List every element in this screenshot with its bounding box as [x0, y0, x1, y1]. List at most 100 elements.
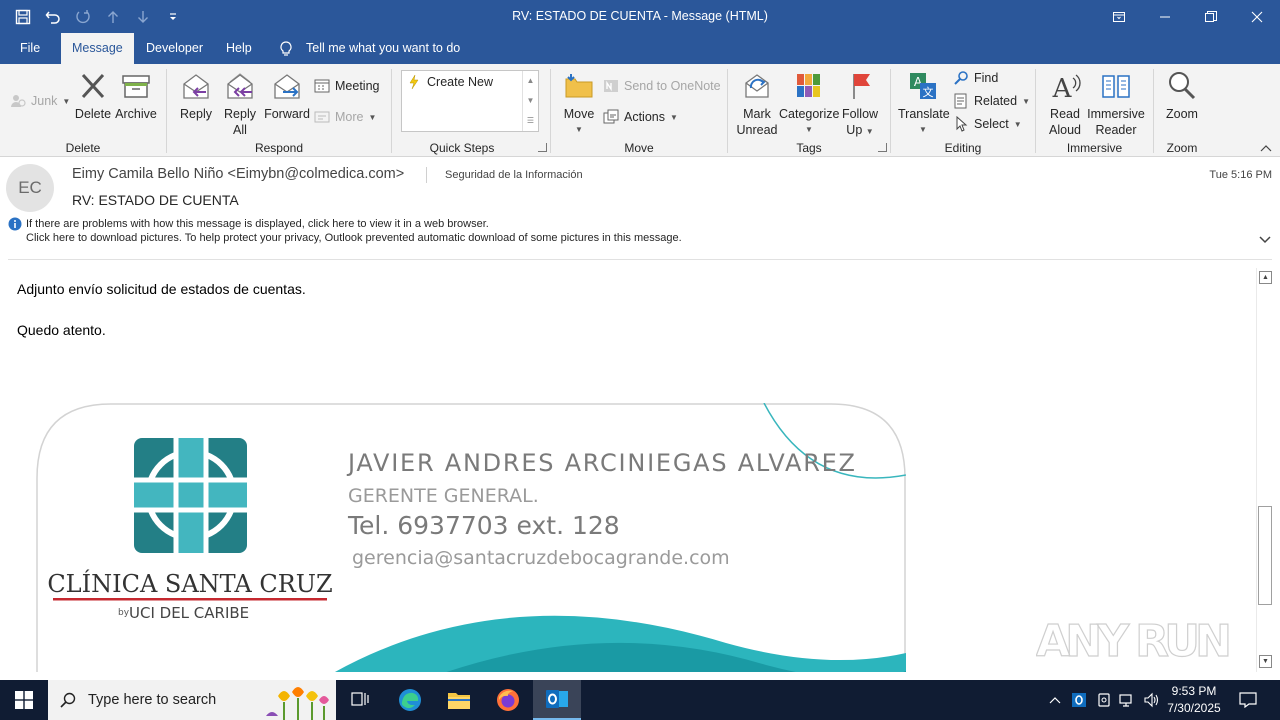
expand-gallery-icon[interactable]: ☰ [523, 111, 538, 131]
signature-card: CLÍNICA SANTA CRUZ by UCI DEL CARIBE JAV… [36, 403, 906, 672]
start-button[interactable] [0, 680, 48, 720]
message-scrollbar[interactable]: ▲ ▼ [1256, 268, 1273, 672]
tray-device[interactable] [1094, 680, 1114, 720]
maximize-button[interactable] [1188, 0, 1234, 33]
message-header: EC Eimy Camila Bello Niño <Eimybn@colmed… [0, 157, 1280, 260]
tab-file[interactable]: File [20, 33, 40, 64]
outlook-icon [546, 690, 568, 708]
notifications-button[interactable] [1234, 680, 1262, 720]
categorize-button[interactable]: Categorize ▼ [779, 70, 839, 138]
outlook-button[interactable] [533, 680, 581, 720]
collapse-ribbon-icon[interactable] [1260, 144, 1272, 152]
zoom-button[interactable]: Zoom [1161, 70, 1203, 122]
forward-button[interactable]: Forward [263, 70, 311, 122]
read-aloud-label-2: Aloud [1049, 123, 1081, 137]
immersive-reader-label-2: Reader [1095, 123, 1137, 137]
tray-network[interactable] [1117, 680, 1137, 720]
select-button[interactable]: Select ▼ [953, 114, 1022, 134]
svg-text:ANY RUN: ANY RUN [1036, 616, 1232, 667]
more-label: More [335, 110, 364, 124]
cursor-icon [956, 116, 968, 132]
scroll-down-icon[interactable]: ▼ [523, 91, 538, 111]
ribbon-display-button[interactable] [1096, 0, 1142, 33]
network-icon [1119, 694, 1132, 707]
info-bar-browser[interactable]: If there are problems with how this mess… [26, 218, 489, 230]
find-button[interactable]: Find [953, 68, 998, 88]
flag-icon [853, 74, 870, 99]
junk-button[interactable]: Junk ▼ [10, 91, 70, 111]
follow-up-button[interactable]: Follow Up ▼ [840, 70, 880, 140]
volume-icon [1144, 692, 1159, 708]
tags-launcher[interactable] [878, 143, 887, 152]
quick-steps-gallery[interactable]: Create New ▲ ▼ ☰ [401, 70, 539, 132]
reply-all-button[interactable]: Reply All [218, 70, 262, 138]
tab-message[interactable]: Message [61, 33, 134, 64]
zoom-group-label: Zoom [1166, 141, 1198, 155]
header-divider [426, 167, 427, 183]
avatar[interactable]: EC [6, 164, 54, 212]
taskbar-search[interactable]: Type here to search [48, 680, 336, 720]
tray-overflow-button[interactable] [1046, 680, 1064, 720]
quick-step-create-new[interactable]: Create New [406, 72, 493, 92]
more-icon [314, 111, 330, 123]
window-controls [1096, 0, 1280, 33]
person-email[interactable]: gerencia@santacruzdebocagrande.com [352, 547, 730, 569]
send-to-onenote-button[interactable]: Send to OneNote [603, 76, 721, 96]
tab-help[interactable]: Help [226, 33, 252, 64]
edge-button[interactable] [386, 680, 434, 720]
firefox-button[interactable] [484, 680, 532, 720]
restore-icon [1205, 10, 1217, 22]
read-aloud-button[interactable]: A Read Aloud [1044, 70, 1086, 138]
task-view-icon [351, 692, 369, 706]
onenote-icon [604, 80, 618, 92]
meeting-label: Meeting [335, 79, 380, 93]
taskbar: Type here to search 9:53 PM 7/30/2025 [0, 680, 1280, 720]
quick-steps-launcher[interactable] [538, 143, 547, 152]
chevron-up-icon [1049, 697, 1061, 704]
tab-developer[interactable]: Developer [146, 33, 203, 64]
delete-button[interactable]: Delete [73, 70, 113, 122]
info-bar-pictures[interactable]: Click here to download pictures. To help… [26, 232, 682, 244]
search-placeholder: Type here to search [88, 692, 217, 708]
zoom-icon [1169, 72, 1196, 100]
immersive-reader-label-1: Immersive [1087, 107, 1145, 121]
junk-icon [11, 95, 26, 107]
scroll-up-icon[interactable]: ▲ [523, 71, 538, 91]
tray-outlook[interactable] [1069, 680, 1089, 720]
actions-button[interactable]: Actions ▼ [603, 107, 678, 127]
scrollbar-thumb[interactable] [1258, 506, 1272, 605]
quick-steps-scroll[interactable]: ▲ ▼ ☰ [522, 71, 538, 131]
more-respond-button[interactable]: More ▼ [314, 107, 376, 127]
sender[interactable]: Eimy Camila Bello Niño <Eimybn@colmedica… [72, 166, 404, 182]
chevron-down-icon[interactable] [1258, 235, 1272, 245]
immersive-reader-button[interactable]: Immersive Reader [1087, 70, 1145, 138]
file-explorer-button[interactable] [435, 680, 483, 720]
delete-icon [81, 73, 105, 99]
minimize-button[interactable] [1142, 0, 1188, 33]
tell-me-search[interactable]: Tell me what you want to do [306, 33, 460, 64]
scroll-down-arrow[interactable]: ▼ [1259, 655, 1272, 668]
tray-volume[interactable] [1141, 680, 1161, 720]
close-button[interactable] [1234, 0, 1280, 33]
actions-icon [603, 109, 619, 124]
anyrun-watermark: ANY RUN [1036, 615, 1233, 667]
related-button[interactable]: Related ▼ [953, 91, 1030, 111]
respond-group-label: Respond [254, 141, 304, 155]
translate-button[interactable]: A文 Translate ▼ [898, 70, 950, 138]
clock-date: 7/30/2025 [1167, 701, 1221, 715]
create-new-label: Create New [427, 75, 493, 89]
junk-label: Junk [31, 94, 58, 108]
reply-button[interactable]: Reply [176, 70, 216, 122]
svg-text:文: 文 [923, 85, 934, 99]
move-button[interactable]: Move ▼ [560, 70, 598, 138]
task-view-button[interactable] [336, 680, 384, 720]
meeting-button[interactable]: Meeting [314, 76, 379, 96]
message-subject: RV: ESTADO DE CUENTA [72, 192, 239, 208]
archive-button[interactable]: Archive [114, 70, 158, 122]
mark-unread-button[interactable]: Mark Unread [736, 70, 778, 138]
scroll-up-arrow[interactable]: ▲ [1259, 271, 1272, 284]
immersive-reader-icon [1102, 75, 1130, 98]
taskbar-clock[interactable]: 9:53 PM 7/30/2025 [1162, 683, 1226, 717]
title-bar: RV: ESTADO DE CUENTA - Message (HTML) [0, 0, 1280, 33]
delete-label: Delete [74, 107, 112, 121]
